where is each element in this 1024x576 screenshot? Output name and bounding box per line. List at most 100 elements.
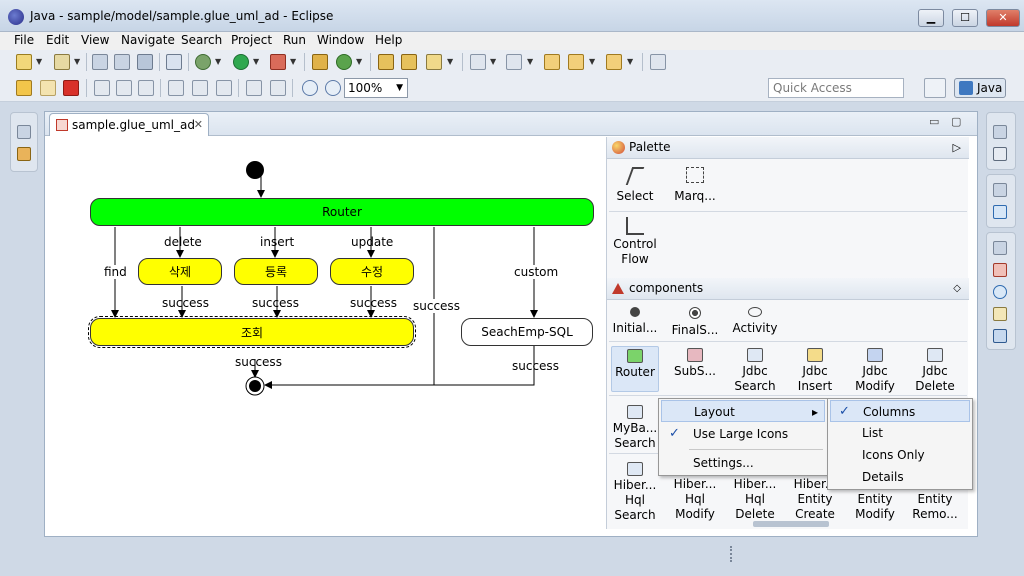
save-all-icon[interactable] [114, 54, 130, 70]
restore-icon[interactable] [993, 125, 1007, 139]
run-icon[interactable] [233, 54, 249, 70]
javadoc-icon[interactable] [993, 285, 1007, 299]
undo-icon[interactable] [16, 80, 32, 96]
new-dropdown-icon[interactable]: ▼ [36, 57, 42, 66]
palette-item-router[interactable]: Router [611, 346, 659, 392]
query-action-node[interactable]: 조회 [88, 316, 416, 348]
insert-action-node[interactable]: 등록 [234, 258, 318, 285]
external-tools-dropdown-icon[interactable]: ▼ [290, 57, 296, 66]
next-annotation-icon[interactable] [470, 54, 486, 70]
palette-item-jdbc-search[interactable]: Jdbc Search [727, 348, 783, 394]
menu-item-icons-only[interactable]: Icons Only [830, 444, 970, 466]
restore-icon[interactable] [17, 125, 31, 139]
maximize-window-button[interactable]: ☐ [952, 9, 978, 27]
menu-item-details[interactable]: Details [830, 466, 970, 488]
menu-run[interactable]: Run [283, 33, 306, 47]
palette-tool-select[interactable]: Select [607, 167, 663, 204]
new-package-icon[interactable] [312, 54, 328, 70]
palette-scrollbar[interactable] [753, 521, 829, 527]
new-class-icon[interactable] [336, 54, 352, 70]
java-perspective-button[interactable]: Java [954, 78, 1006, 98]
components-drawer-header[interactable]: components ◇ [607, 278, 969, 300]
new-project-dropdown-icon[interactable]: ▼ [74, 57, 80, 66]
palette-item-activity[interactable]: Activity [727, 307, 783, 336]
menu-item-use-large-icons[interactable]: ✓ Use Large Icons [661, 423, 825, 445]
maximize-editor-button[interactable]: ▢ [951, 115, 961, 128]
align-middle-icon[interactable] [192, 80, 208, 96]
menu-search[interactable]: Search [181, 33, 222, 47]
palette-item-entity-remove[interactable]: Entity Remo... [907, 492, 963, 522]
zoom-combo[interactable]: 100% ▼ [344, 78, 408, 98]
palette-tool-marquee[interactable]: Marq... [667, 167, 723, 204]
pin-drawer-icon[interactable]: ◇ [953, 278, 961, 299]
router-node[interactable]: Router [90, 198, 594, 226]
print-icon[interactable] [137, 54, 153, 70]
close-window-button[interactable]: ✕ [986, 9, 1020, 27]
palette-item-substate[interactable]: SubS... [667, 348, 723, 379]
match-width-icon[interactable] [246, 80, 262, 96]
console-icon[interactable] [993, 329, 1007, 343]
align-right-icon[interactable] [138, 80, 154, 96]
debug-dropdown-icon[interactable]: ▼ [215, 57, 221, 66]
align-bottom-icon[interactable] [216, 80, 232, 96]
diagram-canvas[interactable]: Router delete insert update find custom … [45, 137, 605, 537]
seachemp-action-node[interactable]: SeachEmp-SQL [461, 318, 593, 346]
menu-navigate[interactable]: Navigate [121, 33, 175, 47]
menu-project[interactable]: Project [231, 33, 272, 47]
skip-breakpoints-icon[interactable] [166, 54, 182, 70]
save-icon[interactable] [92, 54, 108, 70]
palette-item-final[interactable]: FinalS... [667, 307, 723, 338]
package-explorer-icon[interactable] [17, 147, 31, 161]
new-project-icon[interactable] [54, 54, 70, 70]
open-perspective-button[interactable] [924, 78, 946, 98]
open-folder-icon[interactable] [401, 54, 417, 70]
delete-icon[interactable] [63, 80, 79, 96]
palette-item-jdbc-delete[interactable]: Jdbc Delete [907, 348, 963, 394]
outline-icon[interactable] [993, 205, 1007, 219]
menu-edit[interactable]: Edit [46, 33, 69, 47]
palette-item-hibernate-hql-modify[interactable]: Hiber... Hql Modify [667, 477, 723, 522]
delete-action-node[interactable]: 삭제 [138, 258, 222, 285]
align-center-icon[interactable] [116, 80, 132, 96]
redo-icon[interactable] [40, 80, 56, 96]
external-tools-icon[interactable] [270, 54, 286, 70]
pin-editor-icon[interactable] [650, 54, 666, 70]
zoom-in-icon[interactable] [302, 80, 318, 96]
open-type-icon[interactable] [378, 54, 394, 70]
palette-item-jdbc-modify[interactable]: Jdbc Modify [847, 348, 903, 394]
palette-tool-control-flow[interactable]: Control Flow [607, 217, 663, 267]
forward-dropdown-icon[interactable]: ▼ [627, 57, 633, 66]
last-edit-location-icon[interactable] [544, 54, 560, 70]
next-annotation-dropdown-icon[interactable]: ▼ [490, 57, 496, 66]
problems-icon[interactable] [993, 263, 1007, 277]
close-tab-icon[interactable]: ✕ [194, 114, 203, 136]
collapse-palette-icon[interactable]: ▷ [953, 137, 961, 158]
align-left-icon[interactable] [94, 80, 110, 96]
debug-icon[interactable] [195, 54, 211, 70]
palette-item-hibernate-hql-search[interactable]: Hiber... Hql Search [607, 462, 663, 523]
palette-item-jdbc-insert[interactable]: Jdbc Insert [787, 348, 843, 394]
menu-window[interactable]: Window [317, 33, 364, 47]
menu-view[interactable]: View [81, 33, 109, 47]
back-icon[interactable] [568, 54, 584, 70]
editor-tab[interactable]: sample.glue_uml_ad ✕ [49, 113, 209, 136]
menu-item-columns[interactable]: ✓ Columns [830, 400, 970, 422]
match-height-icon[interactable] [270, 80, 286, 96]
forward-icon[interactable] [606, 54, 622, 70]
minimize-editor-button[interactable]: ▭ [929, 115, 939, 128]
menu-item-settings[interactable]: Settings... [661, 452, 825, 474]
align-top-icon[interactable] [168, 80, 184, 96]
palette-item-mybatis-search[interactable]: MyBa... Search [607, 405, 663, 451]
search-tool-icon[interactable] [426, 54, 442, 70]
restore-icon[interactable] [993, 241, 1007, 255]
menu-item-layout[interactable]: Layout ▸ [661, 400, 825, 422]
search-tool-dropdown-icon[interactable]: ▼ [447, 57, 453, 66]
restore-icon[interactable] [993, 183, 1007, 197]
menu-file[interactable]: File [14, 33, 34, 47]
zoom-out-icon[interactable] [325, 80, 341, 96]
previous-annotation-dropdown-icon[interactable]: ▼ [527, 57, 533, 66]
quick-access-input[interactable]: Quick Access [768, 78, 904, 98]
palette-item-initial[interactable]: Initial... [607, 307, 663, 336]
update-action-node[interactable]: 수정 [330, 258, 414, 285]
menu-item-list[interactable]: List [830, 422, 970, 444]
